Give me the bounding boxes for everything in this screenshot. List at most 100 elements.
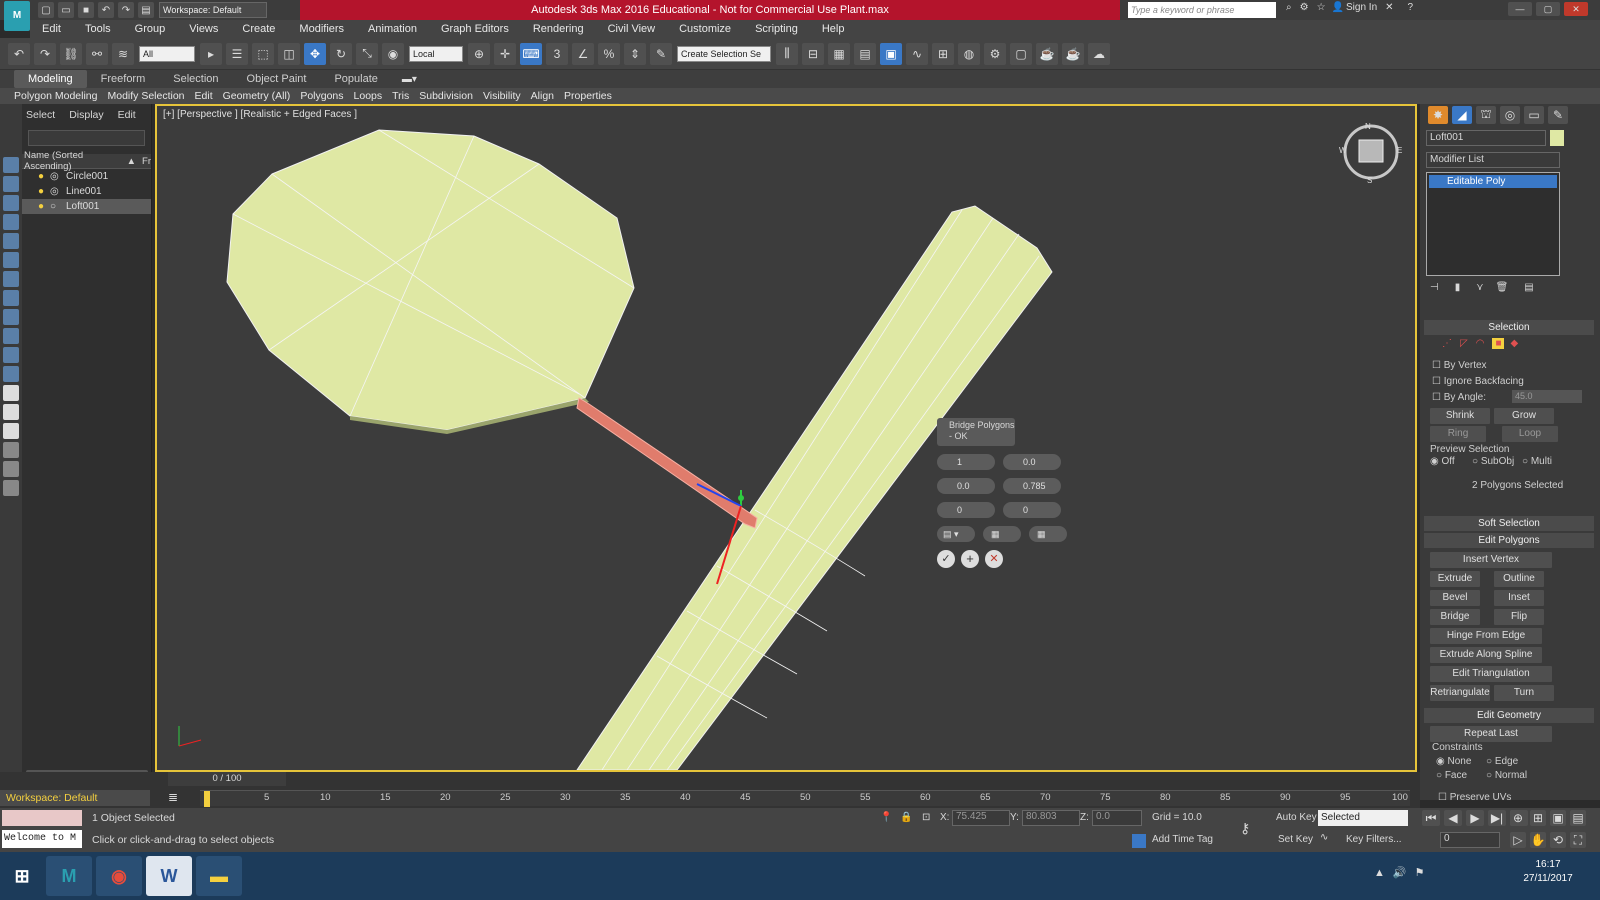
- constraint-edge-radio[interactable]: ○ Edge: [1486, 756, 1518, 767]
- x-coordinate[interactable]: 75.425: [952, 810, 1010, 826]
- bridge-button[interactable]: Bridge: [1430, 609, 1480, 625]
- scene-item-line001[interactable]: ● ◎ Line001: [22, 184, 151, 199]
- time-slider[interactable]: 0 / 100: [168, 772, 286, 786]
- selection-lock-icon[interactable]: 🔒: [900, 812, 912, 823]
- display-containers-icon[interactable]: [3, 366, 19, 382]
- display-cameras-icon[interactable]: [3, 252, 19, 268]
- ribbon-properties[interactable]: Properties: [559, 88, 617, 104]
- configure-sets-icon[interactable]: ▤: [1524, 282, 1533, 293]
- menu-tools[interactable]: Tools: [73, 20, 123, 38]
- menu-scripting[interactable]: Scripting: [743, 20, 810, 38]
- remove-modifier-icon[interactable]: 🗑: [1496, 282, 1509, 293]
- repeat-last-button[interactable]: Repeat Last: [1430, 726, 1552, 742]
- tab-object-paint[interactable]: Object Paint: [233, 70, 321, 88]
- open-file-icon[interactable]: ▭: [58, 2, 74, 18]
- undo-icon[interactable]: ↶: [98, 2, 114, 18]
- edit-named-sets-icon[interactable]: ✎: [650, 42, 672, 65]
- display-all-icon[interactable]: [3, 176, 19, 192]
- key-filter-curve-icon[interactable]: ∿: [1320, 832, 1328, 843]
- display-helpers-icon[interactable]: [3, 271, 19, 287]
- app-logo-icon[interactable]: M: [4, 1, 30, 31]
- scene-search-input[interactable]: [28, 130, 145, 146]
- edit-triangulation-button[interactable]: Edit Triangulation: [1430, 666, 1552, 682]
- schematic-view-icon[interactable]: ⊞: [932, 42, 954, 65]
- page-icon[interactable]: [3, 404, 19, 420]
- ribbon-align[interactable]: Align: [526, 88, 559, 104]
- start-button[interactable]: ⊞: [2, 856, 42, 896]
- render-setup-icon[interactable]: ⚙: [984, 42, 1006, 65]
- pick-polygon2-icon[interactable]: ▦: [1029, 526, 1067, 542]
- smooth-field[interactable]: 0.785: [1003, 478, 1061, 494]
- bridge-type-dropdown[interactable]: ▤ ▾: [937, 526, 975, 542]
- display-none-icon[interactable]: [3, 157, 19, 173]
- insert-vertex-button[interactable]: Insert Vertex: [1430, 552, 1552, 568]
- taper-field[interactable]: 0.0: [1003, 454, 1061, 470]
- turn-button[interactable]: Turn: [1494, 685, 1554, 701]
- ref-coord-combo[interactable]: Local: [409, 45, 463, 62]
- hierarchy-panel-icon[interactable]: ⛫: [1476, 106, 1496, 124]
- binoculars-icon[interactable]: ⌕: [1286, 2, 1292, 13]
- zoom-extents-all-icon[interactable]: ▤: [1570, 810, 1586, 826]
- menu-modifiers[interactable]: Modifiers: [287, 20, 356, 38]
- constraint-normal-radio[interactable]: ○ Normal: [1486, 770, 1527, 781]
- tray-network-icon[interactable]: ▲: [1374, 867, 1385, 879]
- flip-button[interactable]: Flip: [1494, 609, 1544, 625]
- border-mode-icon[interactable]: ◠: [1476, 338, 1485, 349]
- tray-flag-icon[interactable]: ⚑: [1415, 866, 1425, 879]
- workspace-label[interactable]: Workspace: Default: [0, 790, 150, 806]
- layer-explorer-icon[interactable]: ▦: [828, 42, 850, 65]
- key-mode-combo[interactable]: Selected: [1318, 810, 1408, 826]
- display-groups-icon[interactable]: [3, 309, 19, 325]
- sign-in-link[interactable]: Sign In: [1346, 2, 1377, 13]
- set-key-button[interactable]: Set Key: [1278, 834, 1313, 845]
- preview-multi-radio[interactable]: ○ Multi: [1522, 456, 1552, 467]
- display-shapes-icon[interactable]: [3, 214, 19, 230]
- list-icon[interactable]: [3, 385, 19, 401]
- element-mode-icon[interactable]: ◆: [1510, 338, 1518, 349]
- percent-snap-icon[interactable]: %: [598, 42, 620, 65]
- redo-icon[interactable]: ↷: [118, 2, 134, 18]
- ring-button[interactable]: Ring: [1430, 426, 1486, 442]
- ribbon-geometry-all[interactable]: Geometry (All): [218, 88, 296, 104]
- constraint-none-radio[interactable]: ◉ None: [1436, 756, 1471, 767]
- pin-icon[interactable]: [3, 480, 19, 496]
- utilities-panel-icon[interactable]: ✎: [1548, 106, 1568, 124]
- polygon-mode-icon[interactable]: ■: [1492, 338, 1505, 349]
- tab-populate[interactable]: Populate: [320, 70, 391, 88]
- workspace-combo[interactable]: Workspace: Default: [159, 2, 267, 18]
- scene-explorer-icon[interactable]: ▣: [880, 42, 902, 65]
- snaps-toggle-icon[interactable]: 3: [546, 42, 568, 65]
- taskbar-3dsmax[interactable]: M: [46, 856, 92, 896]
- render-iterative-icon[interactable]: ☕: [1062, 42, 1084, 65]
- y-coordinate[interactable]: 80.803: [1022, 810, 1080, 826]
- isolate-icon[interactable]: 📍: [880, 812, 892, 823]
- next-frame-icon[interactable]: ▶|: [1488, 810, 1506, 826]
- retriangulate-button[interactable]: Retriangulate: [1430, 685, 1490, 701]
- auto-key-button[interactable]: Auto Key: [1276, 812, 1317, 823]
- pivot-center-icon[interactable]: ⊕: [468, 42, 490, 65]
- new-file-icon[interactable]: ▢: [38, 2, 54, 18]
- maxscript-mini-listener[interactable]: Welcome to M: [2, 830, 82, 848]
- menu-rendering[interactable]: Rendering: [521, 20, 596, 38]
- select-object-icon[interactable]: ▸: [200, 42, 222, 65]
- rotate-icon[interactable]: ↻: [330, 42, 352, 65]
- inset-button[interactable]: Inset: [1494, 590, 1544, 606]
- tab-modeling[interactable]: Modeling: [14, 70, 87, 88]
- scene-column-frozen[interactable]: Fr: [142, 156, 151, 167]
- perspective-viewport[interactable]: [+] [Perspective ] [Realistic + Edged Fa…: [155, 104, 1417, 772]
- search-input[interactable]: Type a keyword or phrase: [1128, 2, 1276, 18]
- display-spacewarps-icon[interactable]: [3, 290, 19, 306]
- menu-help[interactable]: Help: [810, 20, 857, 38]
- viewcube-n[interactable]: N: [1365, 122, 1371, 131]
- loop-button[interactable]: Loop: [1502, 426, 1558, 442]
- toggle-ribbon-icon[interactable]: ▤: [854, 42, 876, 65]
- edit-polygons-rollout-header[interactable]: Edit Polygons: [1424, 533, 1594, 548]
- motion-panel-icon[interactable]: ◎: [1500, 106, 1520, 124]
- undo-icon[interactable]: ↶: [8, 42, 30, 65]
- fov-icon[interactable]: ▷: [1510, 832, 1526, 848]
- scale-icon[interactable]: ⤡: [356, 42, 378, 65]
- z-coordinate[interactable]: 0.0: [1092, 810, 1142, 826]
- taskbar-clock[interactable]: 16:17 27/11/2017: [1508, 858, 1588, 886]
- scene-tab-edit[interactable]: Edit: [118, 109, 136, 121]
- material-editor-icon[interactable]: ◍: [958, 42, 980, 65]
